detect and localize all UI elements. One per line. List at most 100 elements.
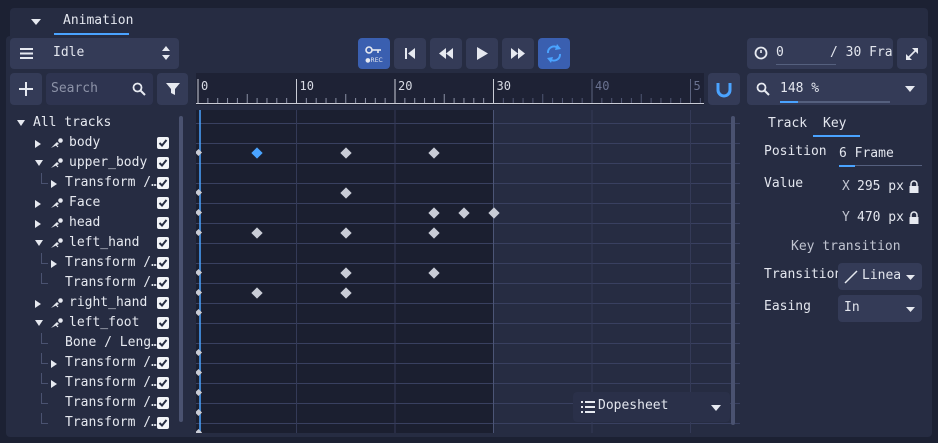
track-row[interactable]: Transform /… — [10, 173, 180, 193]
track-row[interactable]: Transform /… — [10, 413, 180, 433]
track-enabled-checkbox[interactable] — [157, 277, 169, 289]
keyframe[interactable] — [196, 228, 203, 237]
track-enabled-checkbox[interactable] — [157, 157, 169, 169]
track-enabled-checkbox[interactable] — [157, 377, 169, 389]
track-enabled-checkbox[interactable] — [157, 417, 169, 429]
transition-select[interactable]: Linea — [838, 263, 922, 290]
dopesheet-grid[interactable] — [196, 110, 740, 433]
track-enabled-checkbox[interactable] — [157, 237, 169, 249]
track-row[interactable]: Transform /… — [10, 373, 180, 393]
tree-scrollbar[interactable] — [179, 116, 183, 422]
view-mode-select[interactable]: Dopesheet — [573, 392, 730, 422]
keyframe[interactable] — [251, 287, 263, 299]
track-row[interactable]: body — [10, 133, 180, 153]
expand-right-icon[interactable] — [51, 360, 57, 368]
current-frame-value[interactable]: 0 — [776, 45, 784, 60]
search-input[interactable]: Search — [51, 81, 98, 96]
step-back-button[interactable] — [430, 38, 462, 69]
track-row[interactable]: left_foot — [10, 313, 180, 333]
keyframe[interactable] — [340, 287, 352, 299]
expand-right-icon[interactable] — [51, 380, 57, 388]
track-enabled-checkbox[interactable] — [157, 197, 169, 209]
track-row[interactable]: head — [10, 213, 180, 233]
keyframe[interactable] — [196, 368, 203, 377]
zoom-value[interactable]: 148 % — [780, 81, 819, 96]
expand-down-icon[interactable] — [35, 240, 43, 246]
keyframe[interactable] — [428, 267, 441, 279]
keyframe[interactable] — [340, 187, 352, 199]
track-row[interactable]: Bone / Leng… — [10, 333, 180, 353]
expand-panel-button[interactable] — [897, 38, 927, 69]
track-row[interactable]: left_hand — [10, 233, 180, 253]
track-enabled-checkbox[interactable] — [157, 137, 169, 149]
track-row[interactable]: Transform /… — [10, 353, 180, 373]
keyframe[interactable] — [251, 147, 263, 159]
play-button[interactable] — [466, 38, 498, 69]
expand-right-icon[interactable] — [35, 300, 41, 308]
frame-counter[interactable]: 0 / 30 Fra — [747, 38, 893, 69]
track-enabled-checkbox[interactable] — [157, 357, 169, 369]
keyframe[interactable] — [340, 147, 352, 159]
keyframe[interactable] — [196, 428, 203, 433]
filter-button[interactable] — [157, 73, 188, 105]
keyframe[interactable] — [428, 227, 441, 239]
lock-icon[interactable] — [909, 180, 919, 193]
keyframe[interactable] — [196, 148, 203, 157]
jump-start-button[interactable] — [394, 38, 426, 69]
track-row[interactable]: Transform /… — [10, 393, 180, 413]
track-row[interactable]: Transform /… — [10, 253, 180, 273]
keyframe[interactable] — [251, 227, 263, 239]
keyframe[interactable] — [340, 267, 352, 279]
track-row[interactable]: Face — [10, 193, 180, 213]
track-enabled-checkbox[interactable] — [157, 317, 169, 329]
track-row[interactable]: All tracks — [10, 113, 180, 133]
search-box[interactable]: Search — [46, 73, 153, 105]
track-enabled-checkbox[interactable] — [157, 257, 169, 269]
menu-icon[interactable] — [20, 48, 33, 59]
panel-collapse-icon[interactable] — [30, 18, 42, 26]
expand-down-icon[interactable] — [35, 320, 43, 326]
keyframe[interactable] — [196, 348, 203, 357]
expand-down-icon[interactable] — [17, 120, 25, 126]
keyframe[interactable] — [340, 227, 352, 239]
expand-right-icon[interactable] — [35, 140, 41, 148]
tab-key[interactable]: Key — [823, 116, 846, 131]
expand-right-icon[interactable] — [35, 220, 41, 228]
track-row[interactable]: Transform /… — [10, 273, 180, 293]
loop-button[interactable] — [538, 38, 570, 69]
track-enabled-checkbox[interactable] — [157, 297, 169, 309]
keyframe[interactable] — [196, 288, 203, 297]
position-value[interactable]: 6 Frame — [839, 146, 894, 161]
expand-right-icon[interactable] — [51, 180, 57, 188]
rec-key-button[interactable]: ●REC — [358, 38, 390, 69]
timeline-ruler[interactable]: 0 10 20 30 40 5 — [196, 73, 704, 105]
track-enabled-checkbox[interactable] — [157, 217, 169, 229]
lock-icon[interactable] — [909, 211, 919, 224]
expand-down-icon[interactable] — [35, 160, 43, 166]
keyframe[interactable] — [458, 207, 470, 219]
easing-select[interactable]: In — [838, 295, 922, 322]
value-x-field[interactable]: 295 px — [857, 179, 904, 194]
snap-button[interactable] — [708, 73, 740, 105]
track-row[interactable]: right_hand — [10, 293, 180, 313]
zoom-control[interactable]: 148 % — [747, 73, 927, 105]
add-track-button[interactable] — [10, 73, 42, 105]
tab-animation[interactable]: Animation — [63, 13, 133, 28]
animation-select[interactable]: Idle — [10, 38, 179, 69]
grid-scrollbar[interactable] — [731, 116, 735, 425]
expand-right-icon[interactable] — [51, 260, 57, 268]
track-enabled-checkbox[interactable] — [157, 397, 169, 409]
keyframe[interactable] — [196, 308, 203, 317]
track-enabled-checkbox[interactable] — [157, 177, 169, 189]
keyframe[interactable] — [196, 208, 203, 217]
keyframe[interactable] — [428, 147, 441, 159]
step-forward-button[interactable] — [502, 38, 534, 69]
keyframe[interactable] — [196, 268, 203, 277]
track-row[interactable]: upper_body — [10, 153, 180, 173]
keyframe[interactable] — [196, 408, 203, 417]
expand-right-icon[interactable] — [35, 200, 41, 208]
keyframe[interactable] — [196, 388, 203, 397]
keyframe[interactable] — [428, 207, 441, 219]
value-y-field[interactable]: 470 px — [857, 210, 904, 225]
keyframe[interactable] — [487, 207, 500, 219]
